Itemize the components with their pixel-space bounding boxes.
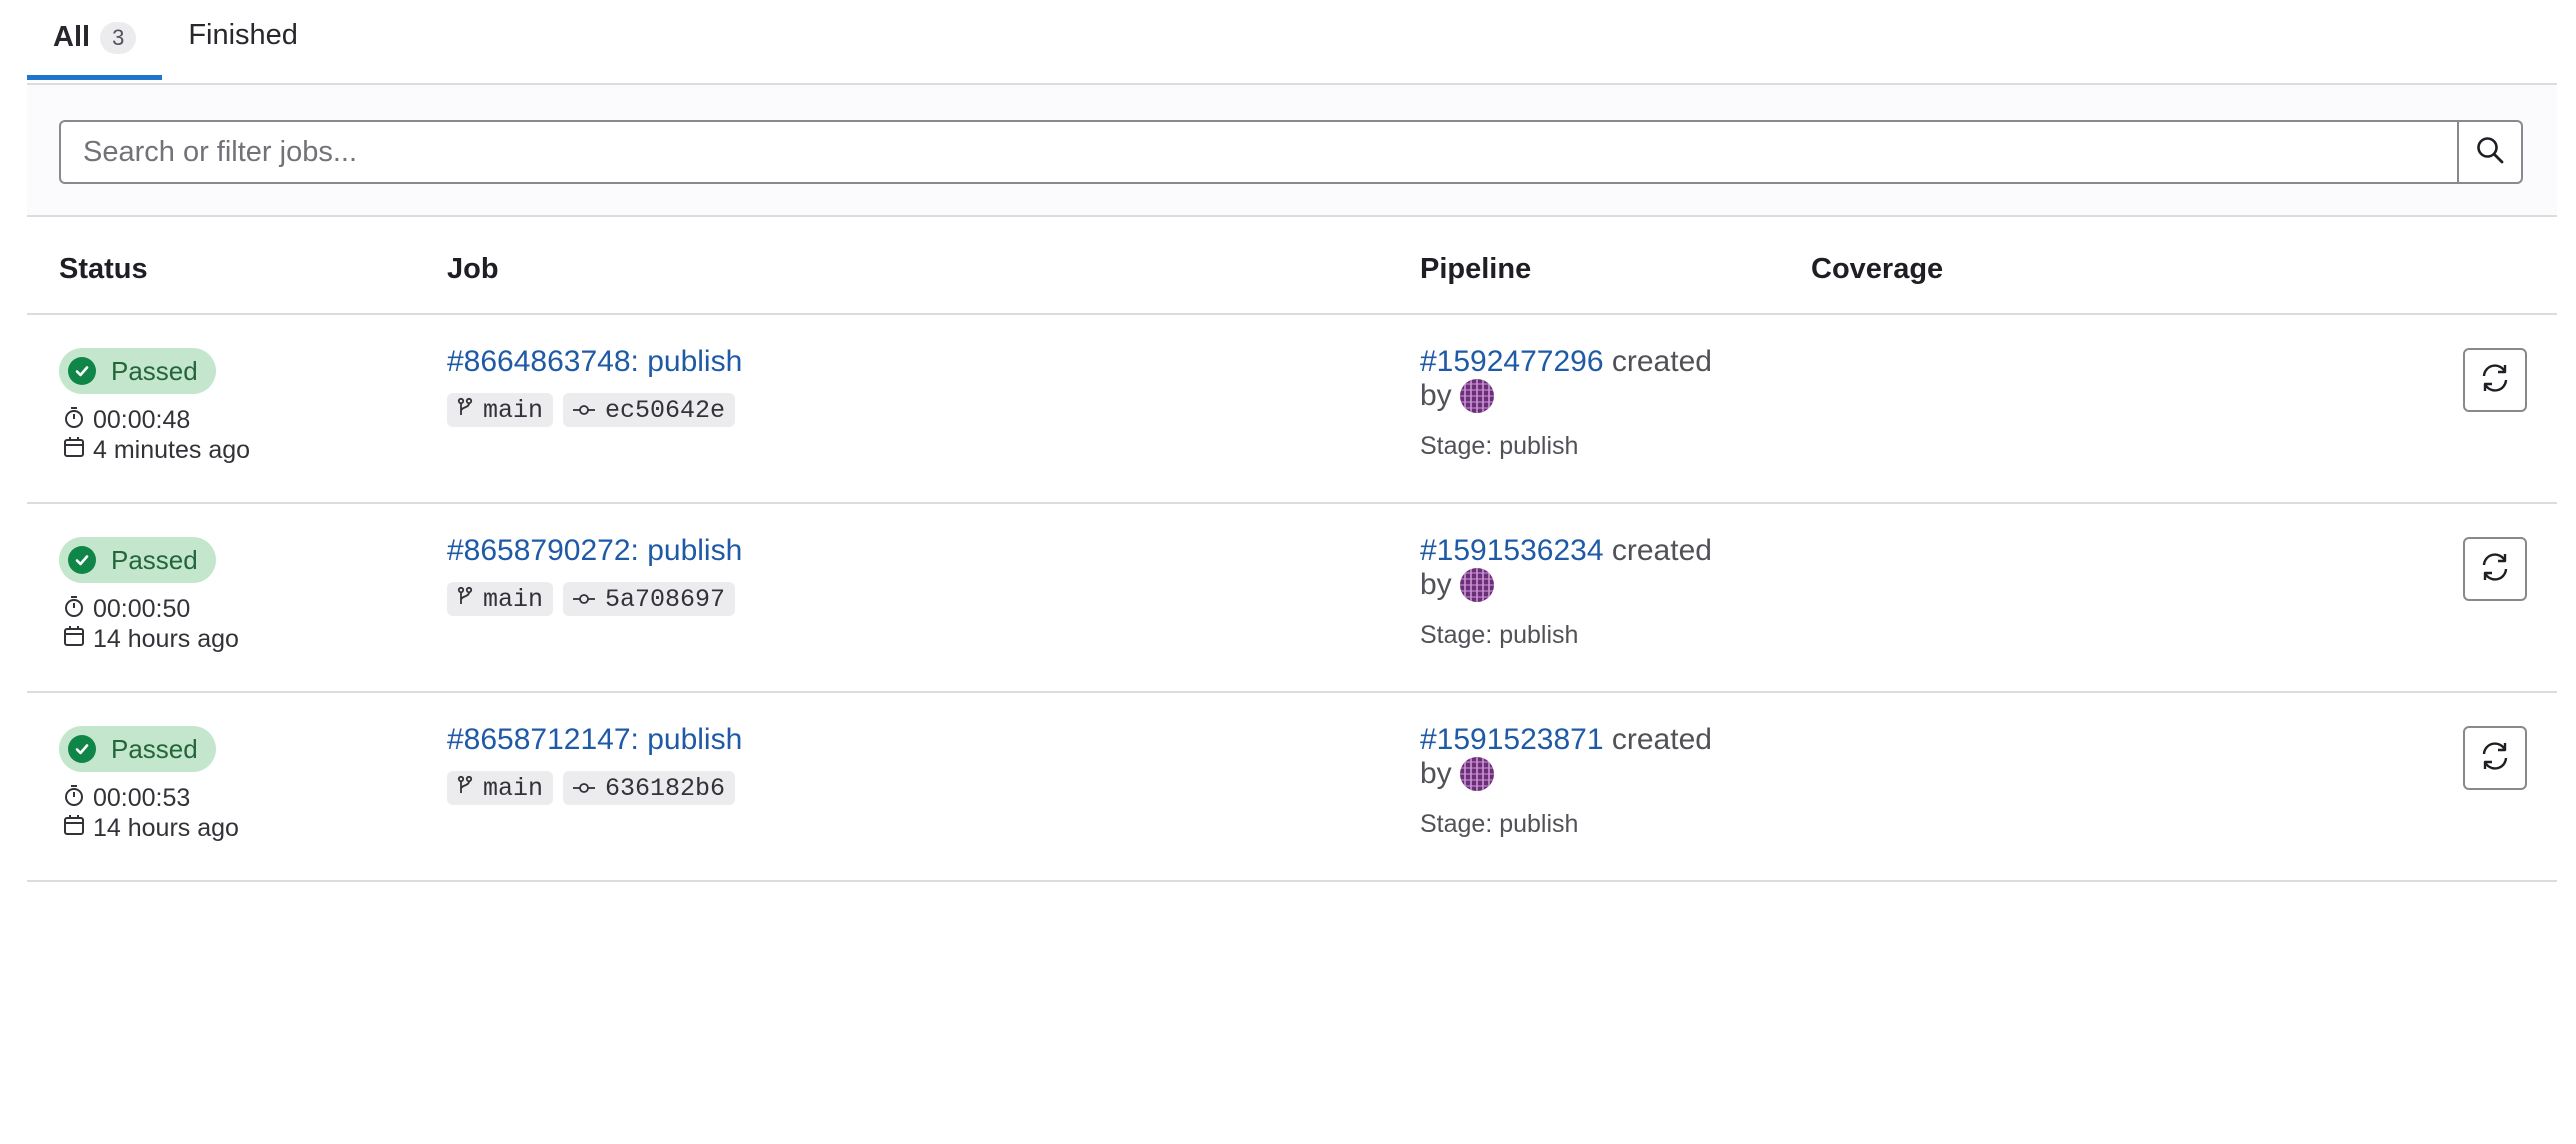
tab-finished[interactable]: Finished (162, 0, 324, 70)
avatar[interactable] (1459, 568, 1494, 602)
table-row: Passed 00:00:53 14 hours ago #8658712147… (27, 693, 2557, 882)
pipeline-by-text: by (1420, 757, 1452, 790)
branch-name: main (483, 395, 544, 425)
avatar[interactable] (1459, 757, 1494, 791)
pipeline-link[interactable]: #1592477296 (1420, 345, 1604, 378)
job-link[interactable]: #8664863748: publish (447, 345, 742, 379)
tab-all[interactable]: All 3 (27, 0, 163, 80)
timer-icon (63, 783, 93, 814)
pipeline-created-text: created (1611, 723, 1712, 756)
status-label: Passed (111, 355, 198, 386)
commit-sha: 5a708697 (605, 584, 726, 614)
column-header-pipeline[interactable]: Pipeline (1420, 253, 1531, 286)
job-link[interactable]: #8658790272: publish (447, 534, 742, 568)
filter-bar (27, 85, 2557, 217)
job-refs: main ec50642e (447, 393, 736, 427)
commit-ref[interactable]: 636182b6 (563, 771, 736, 805)
jobs-table-header: Status Job Pipeline Coverage (27, 217, 2557, 315)
job-link[interactable]: #8658712147: publish (447, 723, 742, 757)
commit-icon (573, 585, 605, 614)
pipeline-info: #1591536234 created by (1420, 534, 1712, 602)
calendar-icon (63, 814, 93, 843)
duration-value: 00:00:53 (93, 784, 191, 812)
status-badge[interactable]: Passed (59, 726, 216, 772)
finished-value: 4 minutes ago (93, 436, 251, 464)
finished-value: 14 hours ago (93, 814, 239, 842)
finished-time: 4 minutes ago (63, 436, 250, 465)
stage-label: Stage: publish (1420, 621, 1579, 649)
branch-ref[interactable]: main (447, 582, 554, 616)
stage-label: Stage: publish (1420, 432, 1579, 460)
branch-icon (457, 585, 483, 614)
pipeline-info: #1591523871 created by (1420, 723, 1712, 791)
retry-button[interactable] (2463, 537, 2527, 601)
branch-icon (457, 774, 483, 803)
pipeline-link[interactable]: #1591536234 (1420, 534, 1604, 567)
retry-icon (2478, 361, 2512, 400)
pipeline-by-text: by (1420, 568, 1452, 601)
job-refs: main 5a708697 (447, 582, 736, 616)
status-badge[interactable]: Passed (59, 348, 216, 394)
finished-time: 14 hours ago (63, 814, 239, 843)
check-circle-icon (68, 735, 96, 763)
tab-finished-label: Finished (188, 18, 298, 51)
status-label: Passed (111, 733, 198, 764)
tab-all-count: 3 (100, 21, 137, 54)
status-label: Passed (111, 544, 198, 575)
duration-value: 00:00:50 (93, 595, 191, 623)
check-circle-icon (68, 357, 96, 385)
branch-name: main (483, 584, 544, 614)
commit-ref[interactable]: ec50642e (563, 393, 736, 427)
jobs-tabs: All 3 Finished (27, 0, 2557, 85)
search-button[interactable] (2459, 120, 2523, 184)
search-input[interactable] (59, 120, 2459, 184)
jobs-page: All 3 Finished Search or filter jobs... … (0, 0, 2576, 1144)
calendar-icon (63, 436, 93, 465)
retry-button[interactable] (2463, 726, 2527, 790)
retry-icon (2478, 550, 2512, 589)
commit-sha: 636182b6 (605, 773, 726, 803)
branch-ref[interactable]: main (447, 771, 554, 805)
retry-button[interactable] (2463, 348, 2527, 412)
table-row: Passed 00:00:50 14 hours ago #8658790272… (27, 504, 2557, 693)
branch-name: main (483, 773, 544, 803)
table-row: Passed 00:00:48 4 minutes ago #866486374… (27, 315, 2557, 504)
jobs-container: All 3 Finished Search or filter jobs... … (27, 0, 2557, 882)
pipeline-info: #1592477296 created by (1420, 345, 1712, 413)
duration: 00:00:50 (63, 594, 190, 625)
timer-icon (63, 594, 93, 625)
finished-time: 14 hours ago (63, 625, 239, 654)
check-circle-icon (68, 546, 96, 574)
timer-icon (63, 405, 93, 436)
column-header-status[interactable]: Status (59, 253, 148, 286)
finished-value: 14 hours ago (93, 625, 239, 653)
commit-icon (573, 396, 605, 425)
search-box (59, 120, 2523, 184)
commit-sha: ec50642e (605, 395, 726, 425)
commit-icon (573, 774, 605, 803)
search-icon (2475, 135, 2505, 170)
pipeline-created-text: created (1611, 534, 1712, 567)
pipeline-link[interactable]: #1591523871 (1420, 723, 1604, 756)
retry-icon (2478, 739, 2512, 778)
pipeline-by-text: by (1420, 379, 1452, 412)
branch-ref[interactable]: main (447, 393, 554, 427)
duration-value: 00:00:48 (93, 406, 191, 434)
calendar-icon (63, 625, 93, 654)
column-header-job[interactable]: Job (447, 253, 499, 286)
column-header-coverage[interactable]: Coverage (1811, 253, 1943, 286)
commit-ref[interactable]: 5a708697 (563, 582, 736, 616)
branch-icon (457, 396, 483, 425)
job-refs: main 636182b6 (447, 771, 736, 805)
stage-label: Stage: publish (1420, 810, 1579, 838)
duration: 00:00:48 (63, 405, 190, 436)
duration: 00:00:53 (63, 783, 190, 814)
pipeline-created-text: created (1611, 345, 1712, 378)
avatar[interactable] (1459, 379, 1494, 413)
tab-all-label: All (53, 21, 91, 53)
status-badge[interactable]: Passed (59, 537, 216, 583)
